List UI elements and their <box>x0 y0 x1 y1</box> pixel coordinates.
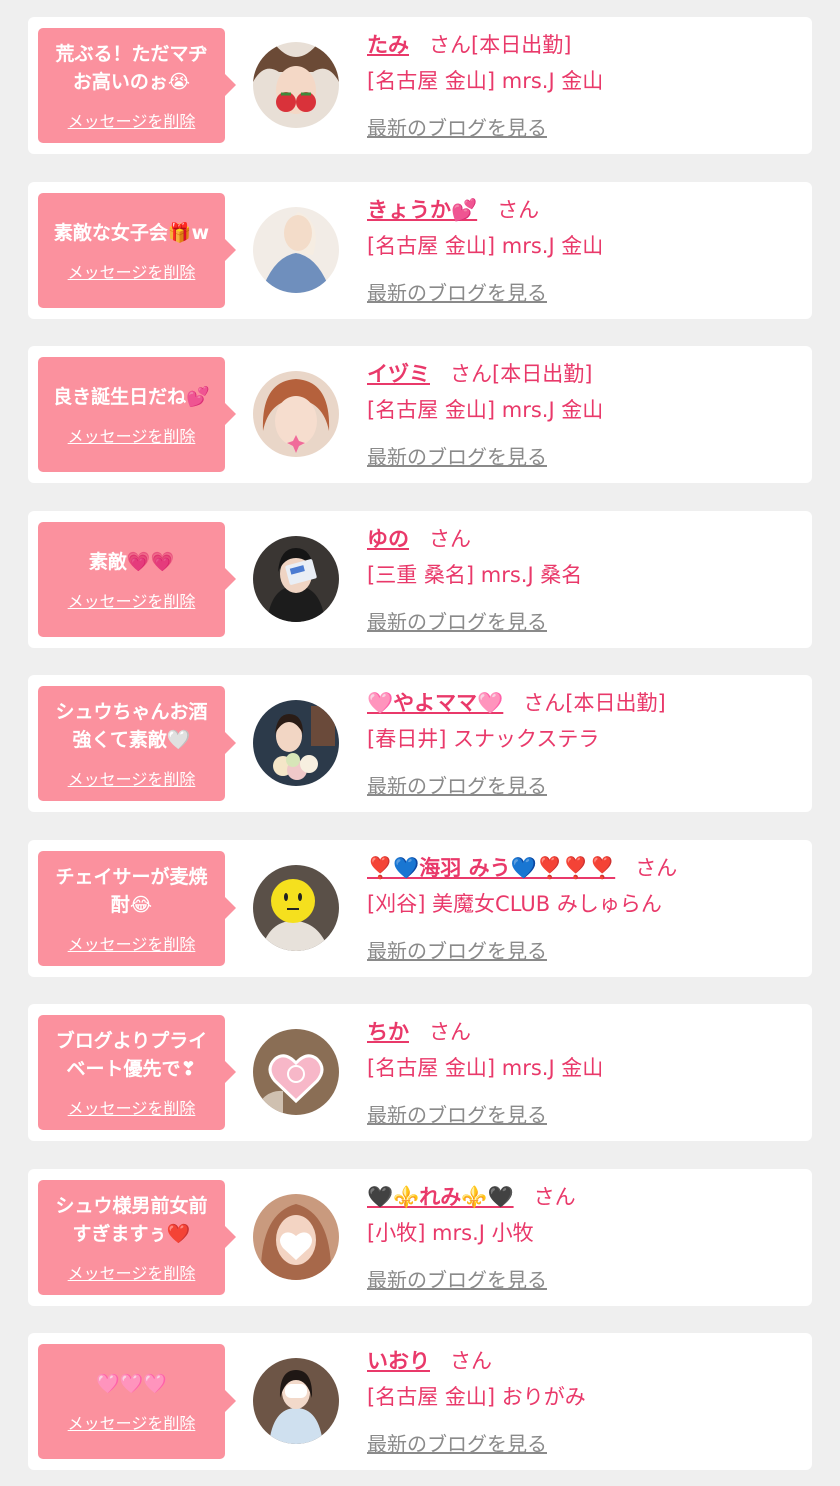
message-bubble: チェイサーが麦焼 酎😂 メッセージを削除 <box>38 851 236 966</box>
latest-blog-link[interactable]: 最新のブログを見る <box>367 937 547 965</box>
cast-name-link[interactable]: いおり <box>367 1349 430 1373</box>
honorific: さん <box>429 527 471 551</box>
cast-name-line: ゆの さん <box>367 524 471 554</box>
cast-name-link[interactable]: イヅミ <box>367 362 430 386</box>
avatar-photo-icon[interactable] <box>253 865 339 951</box>
message-bubble: シュウ様男前女前 すぎますぅ❤️ メッセージを削除 <box>38 1180 236 1295</box>
message-card: 良き誕生日だね💕 メッセージを削除 イヅミ さん[本日出勤] [名古屋 金山] m… <box>28 346 812 483</box>
message-bubble: シュウちゃんお酒 強くて素敵🤍 メッセージを削除 <box>38 686 236 801</box>
delete-message-link[interactable]: メッセージを削除 <box>68 108 196 132</box>
message-card: ブログよりプライ ベート優先で❣ メッセージを削除 ちか さん [名古屋 金山] … <box>28 1004 812 1141</box>
cast-name-line: ❣️💙海羽 みう💙❣️❣️❣️ さん <box>367 853 677 883</box>
message-bubble: 良き誕生日だね💕 メッセージを削除 <box>38 357 236 472</box>
delete-message-link[interactable]: メッセージを削除 <box>68 259 196 283</box>
message-bubble: ブログよりプライ ベート優先で❣ メッセージを削除 <box>38 1015 236 1130</box>
honorific: さん <box>429 1020 471 1044</box>
shop-info: [名古屋 金山] mrs.J 金山 <box>367 69 604 93</box>
message-bubble: 荒ぶる！ただマヂ お高いのぉ😭 メッセージを削除 <box>38 28 236 143</box>
message-text: 良き誕生日だね💕 <box>53 385 210 408</box>
latest-blog-link[interactable]: 最新のブログを見る <box>367 1101 547 1129</box>
cast-name-link[interactable]: 🖤⚜️れみ⚜️🖤 <box>367 1185 514 1209</box>
cast-name-link[interactable]: きょうか💕 <box>367 198 477 222</box>
message-text: シュウちゃんお酒 強くて素敵🤍 <box>55 700 208 751</box>
message-card: 素敵💗💗 メッセージを削除 ゆの さん [三重 桑名] mrs.J 桑名 最新のブ… <box>28 511 812 648</box>
shop-info: [小牧] mrs.J 小牧 <box>367 1221 534 1245</box>
cast-name-link[interactable]: ちか <box>367 1020 409 1044</box>
delete-message-link[interactable]: メッセージを削除 <box>68 766 196 790</box>
shop-info: [名古屋 金山] おりがみ <box>367 1385 586 1409</box>
avatar-photo-icon[interactable] <box>253 1194 339 1280</box>
cast-name-link[interactable]: 🩷やよママ🩷 <box>367 691 503 715</box>
latest-blog-link[interactable]: 最新のブログを見る <box>367 443 547 471</box>
message-text: 素敵💗💗 <box>88 550 175 573</box>
latest-blog-link[interactable]: 最新のブログを見る <box>367 608 547 636</box>
delete-message-link[interactable]: メッセージを削除 <box>68 423 196 447</box>
delete-message-link[interactable]: メッセージを削除 <box>68 931 196 955</box>
shop-info: [名古屋 金山] mrs.J 金山 <box>367 398 604 422</box>
avatar-photo-icon[interactable] <box>253 42 339 128</box>
message-card: シュウ様男前女前 すぎますぅ❤️ メッセージを削除 🖤⚜️れみ⚜️🖤 さん [小牧… <box>28 1169 812 1306</box>
message-card: 素敵な女子会🎁w メッセージを削除 きょうか💕 さん [名古屋 金山] mrs.J… <box>28 182 812 319</box>
shop-info: [三重 桑名] mrs.J 桑名 <box>367 563 583 587</box>
message-text: 素敵な女子会🎁w <box>53 221 210 244</box>
message-text: ブログよりプライ ベート優先で❣ <box>55 1029 208 1080</box>
latest-blog-link[interactable]: 最新のブログを見る <box>367 1266 547 1294</box>
cast-name-line: きょうか💕 さん <box>367 195 539 225</box>
honorific: さん[本日出勤] <box>429 33 572 57</box>
message-bubble: 🩷🩷🩷 メッセージを削除 <box>38 1344 236 1459</box>
latest-blog-link[interactable]: 最新のブログを見る <box>367 1430 547 1458</box>
shop-info: [名古屋 金山] mrs.J 金山 <box>367 234 604 258</box>
message-text: 🩷🩷🩷 <box>96 1372 167 1395</box>
honorific: さん <box>497 198 540 222</box>
avatar-photo-icon[interactable] <box>253 700 339 786</box>
cast-name-link[interactable]: ゆの <box>367 527 409 551</box>
cast-name-line: いおり さん <box>367 1346 492 1376</box>
honorific: さん <box>533 1185 576 1209</box>
honorific: さん[本日出勤] <box>450 362 593 386</box>
message-card: 荒ぶる！ただマヂ お高いのぉ😭 メッセージを削除 たみ さん[本日出勤] [名古屋… <box>28 17 812 154</box>
latest-blog-link[interactable]: 最新のブログを見る <box>367 772 547 800</box>
avatar-photo-icon[interactable] <box>253 371 339 457</box>
avatar-photo-icon[interactable] <box>253 536 339 622</box>
message-card: 🩷🩷🩷 メッセージを削除 いおり さん [名古屋 金山] おりがみ 最新のブログを… <box>28 1333 812 1470</box>
message-text: シュウ様男前女前 すぎますぅ❤️ <box>55 1194 208 1245</box>
shop-info: [刈谷] 美魔女CLUB みしゅらん <box>367 892 662 916</box>
message-bubble: 素敵💗💗 メッセージを削除 <box>38 522 236 637</box>
avatar-photo-icon[interactable] <box>253 1358 339 1444</box>
honorific: さん[本日出勤] <box>523 691 666 715</box>
cast-name-line: 🖤⚜️れみ⚜️🖤 さん <box>367 1182 576 1212</box>
cast-name-line: たみ さん[本日出勤] <box>367 30 571 60</box>
delete-message-link[interactable]: メッセージを削除 <box>68 1260 196 1284</box>
latest-blog-link[interactable]: 最新のブログを見る <box>367 279 547 307</box>
cast-name-line: ちか さん <box>367 1017 471 1047</box>
avatar-photo-icon[interactable] <box>253 207 339 293</box>
cast-name-line: イヅミ さん[本日出勤] <box>367 359 592 389</box>
cast-name-link[interactable]: たみ <box>367 33 409 57</box>
shop-info: [名古屋 金山] mrs.J 金山 <box>367 1056 604 1080</box>
latest-blog-link[interactable]: 最新のブログを見る <box>367 114 547 142</box>
cast-name-line: 🩷やよママ🩷 さん[本日出勤] <box>367 688 666 718</box>
honorific: さん <box>450 1349 492 1373</box>
message-text: 荒ぶる！ただマヂ お高いのぉ😭 <box>55 42 208 93</box>
cast-name-link[interactable]: ❣️💙海羽 みう💙❣️❣️❣️ <box>367 856 615 880</box>
delete-message-link[interactable]: メッセージを削除 <box>68 1095 196 1119</box>
avatar-photo-icon[interactable] <box>253 1029 339 1115</box>
delete-message-link[interactable]: メッセージを削除 <box>68 588 196 612</box>
shop-info: [春日井] スナックステラ <box>367 727 600 751</box>
message-card: シュウちゃんお酒 強くて素敵🤍 メッセージを削除 🩷やよママ🩷 さん[本日出勤] … <box>28 675 812 812</box>
message-bubble: 素敵な女子会🎁w メッセージを削除 <box>38 193 236 308</box>
delete-message-link[interactable]: メッセージを削除 <box>68 1410 196 1434</box>
message-text: チェイサーが麦焼 酎😂 <box>55 865 208 916</box>
message-card: チェイサーが麦焼 酎😂 メッセージを削除 ❣️💙海羽 みう💙❣️❣️❣️ さん [… <box>28 840 812 977</box>
honorific: さん <box>635 856 678 880</box>
